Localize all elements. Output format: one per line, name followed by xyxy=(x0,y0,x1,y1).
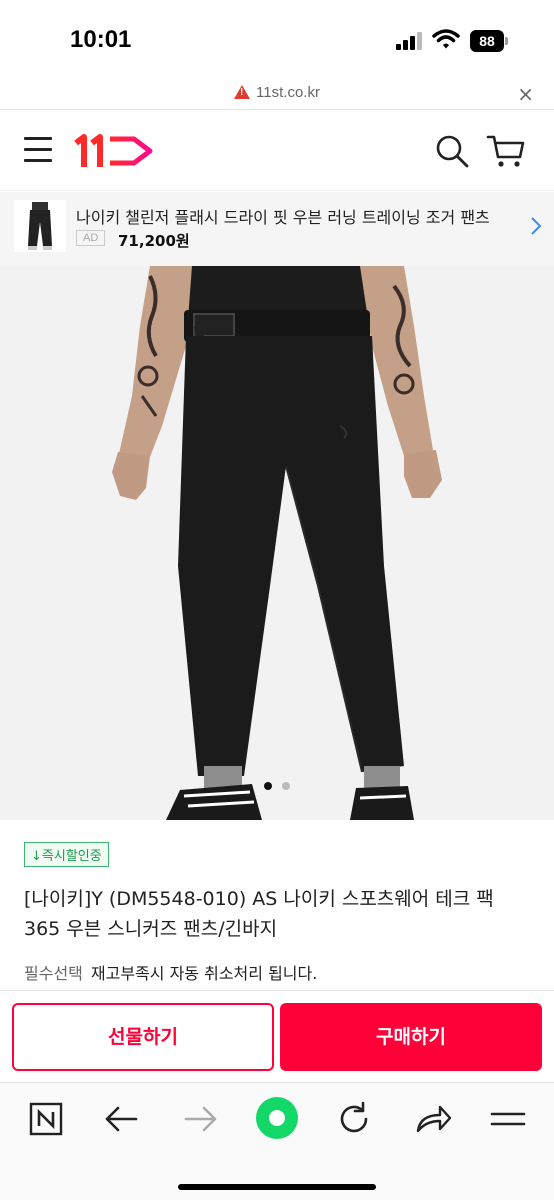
home-indicator xyxy=(178,1184,376,1190)
battery-icon: 88 xyxy=(470,30,508,52)
refresh-icon[interactable] xyxy=(332,1097,376,1141)
pagination-dot[interactable] xyxy=(282,782,290,790)
url-domain[interactable]: 11st.co.kr xyxy=(256,84,320,101)
share-icon[interactable] xyxy=(410,1097,454,1141)
menu-icon[interactable] xyxy=(486,1097,530,1141)
ad-product-price: 71,200원 xyxy=(118,232,190,250)
gift-button[interactable]: 선물하기 xyxy=(12,1003,274,1071)
option-label: 필수선택 xyxy=(24,964,83,983)
signal-icon xyxy=(396,32,424,50)
search-icon[interactable] xyxy=(434,133,470,169)
ad-product-title[interactable]: 나이키 챌린저 플래시 드라이 핏 우븐 러닝 트레이닝 조거 팬츠 xyxy=(76,204,490,228)
ad-badge: AD xyxy=(76,230,106,246)
gallery-pagination[interactable] xyxy=(0,775,554,794)
product-photo xyxy=(0,266,554,820)
hamburger-menu-icon[interactable] xyxy=(24,137,52,163)
ad-product-strip[interactable]: 나이키 챌린저 플래시 드라이 핏 우븐 러닝 트레이닝 조거 팬츠 AD 71… xyxy=(0,192,554,266)
status-bar: 10:01 88 xyxy=(0,0,554,80)
option-row[interactable]: 필수선택 재고부족시 자동 취소처리 됩니다. xyxy=(24,960,317,984)
wifi-icon xyxy=(432,29,460,49)
url-bar[interactable]: 11st.co.kr × xyxy=(0,80,554,110)
close-icon[interactable]: × xyxy=(517,82,534,106)
product-image-gallery[interactable] xyxy=(0,266,554,820)
11st-logo[interactable] xyxy=(74,133,156,169)
warning-icon xyxy=(234,85,251,99)
option-text: 재고부족시 자동 취소처리 됩니다. xyxy=(90,964,318,983)
battery-level: 88 xyxy=(470,30,504,52)
back-arrow-icon[interactable] xyxy=(100,1097,144,1141)
instant-discount-badge: ↓즉시할인중 xyxy=(24,842,109,867)
purchase-action-bar: 선물하기 구매하기 xyxy=(0,990,554,1082)
pagination-dot-active[interactable] xyxy=(264,782,272,790)
naver-n-icon[interactable] xyxy=(24,1097,68,1141)
browser-toolbar xyxy=(0,1082,554,1200)
chevron-right-icon[interactable] xyxy=(530,216,542,236)
cart-icon[interactable] xyxy=(486,133,526,169)
product-title: [나이키]Y (DM5548-010) AS 나이키 스포츠웨어 테크 팩 36… xyxy=(24,888,494,940)
status-time: 10:01 xyxy=(70,26,132,53)
green-home-icon[interactable] xyxy=(254,1095,300,1141)
forward-arrow-icon[interactable] xyxy=(178,1097,222,1141)
buy-button[interactable]: 구매하기 xyxy=(280,1003,542,1071)
app-header xyxy=(0,111,554,191)
product-thumbnail xyxy=(14,200,66,252)
